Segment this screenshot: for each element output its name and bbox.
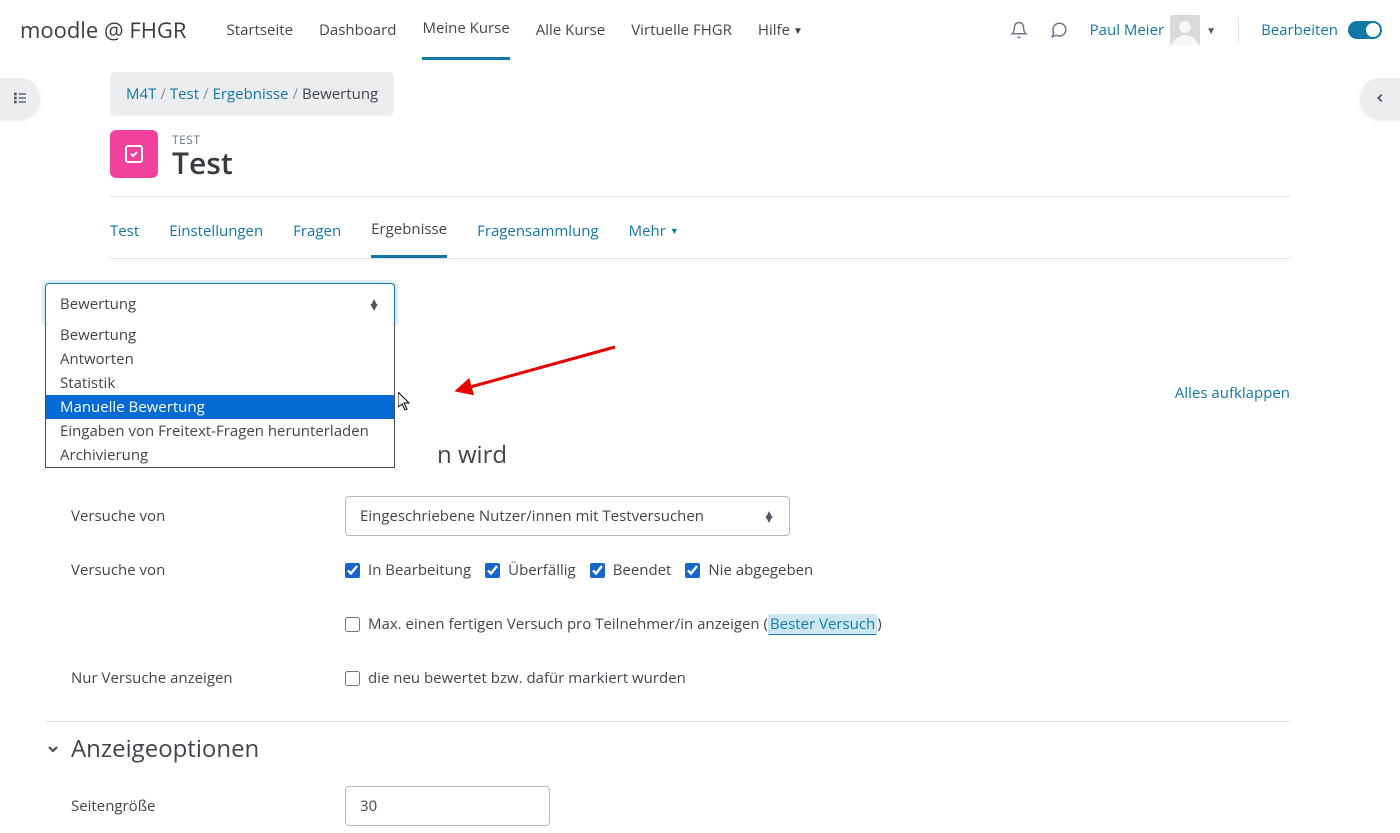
tab-ergebnisse[interactable]: Ergebnisse — [371, 203, 447, 258]
link-bester-versuch[interactable]: Bester Versuch — [768, 614, 877, 635]
user-menu[interactable]: Paul Meier ▼ — [1090, 15, 1216, 45]
main-nav: Startseite Dashboard Meine Kurse Alle Ku… — [227, 0, 803, 60]
breadcrumb-test[interactable]: Test — [170, 84, 199, 104]
user-name: Paul Meier — [1090, 20, 1165, 40]
sort-icon: ▲▼ — [763, 511, 775, 521]
switch-on-icon — [1348, 21, 1382, 39]
sort-icon: ▲▼ — [368, 299, 380, 309]
edit-mode-label: Bearbeiten — [1261, 20, 1338, 40]
divider — [1238, 17, 1239, 43]
only-show-text: die neu bewertet bzw. dafür markiert wur… — [368, 668, 686, 688]
tab-mehr-label: Mehr — [629, 221, 666, 241]
quiz-icon — [110, 130, 158, 178]
checkbox-finished[interactable]: Beendet — [590, 560, 672, 580]
checkbox-inprogress[interactable]: In Bearbeitung — [345, 560, 471, 580]
option-manuelle-bewertung[interactable]: Manuelle Bewertung — [46, 395, 394, 419]
breadcrumb-m4t[interactable]: M4T — [126, 84, 156, 104]
report-select[interactable]: Bewertung ▲▼ — [45, 283, 395, 325]
annotation-arrow-icon — [455, 341, 625, 421]
section-head-display[interactable]: Anzeigeoptionen — [45, 732, 1290, 765]
nav-hilfe-label: Hilfe — [758, 20, 790, 40]
nav-hilfe[interactable]: Hilfe ▼ — [758, 0, 803, 60]
breadcrumb: M4T / Test / Ergebnisse / Bewertung — [110, 72, 394, 116]
attempts-from-value: Eingeschriebene Nutzer/innen mit Testver… — [360, 506, 704, 526]
expand-all-link[interactable]: Alles aufklappen — [1175, 383, 1290, 403]
max-one-text: Max. einen fertigen Versuch pro Teilnehm… — [368, 614, 882, 634]
navbar: moodle @ FHGR Startseite Dashboard Meine… — [0, 0, 1400, 60]
right-drawer-toggle[interactable] — [1360, 78, 1400, 118]
chevron-down-icon: ▼ — [670, 224, 679, 237]
label-seitengroesse: Seitengröße — [45, 796, 345, 816]
option-bewertung[interactable]: Bewertung — [46, 323, 394, 347]
edit-mode-toggle[interactable]: Bearbeiten — [1261, 20, 1382, 40]
breadcrumb-ergebnisse[interactable]: Ergebnisse — [213, 84, 289, 104]
title-row: TEST Test — [110, 130, 1290, 197]
avatar — [1170, 15, 1200, 45]
nav-right: Paul Meier ▼ Bearbeiten — [1010, 15, 1382, 45]
tab-einstellungen[interactable]: Einstellungen — [169, 203, 263, 258]
report-select-value: Bewertung — [60, 294, 136, 314]
tab-fragen[interactable]: Fragen — [293, 203, 341, 258]
label-versuche-von: Versuche von — [45, 506, 345, 526]
nav-alle-kurse[interactable]: Alle Kurse — [536, 0, 605, 60]
tab-mehr[interactable]: Mehr ▼ — [629, 203, 679, 258]
bell-icon[interactable] — [1010, 21, 1028, 39]
option-statistik[interactable]: Statistik — [46, 371, 394, 395]
page-title: Test — [172, 148, 233, 178]
checkbox-only-regraded[interactable] — [345, 671, 360, 686]
section-head-partial: n wird — [437, 438, 1290, 471]
option-archivierung[interactable]: Archivierung — [46, 443, 394, 467]
checkbox-max-one[interactable] — [345, 617, 360, 632]
report-select-listbox[interactable]: Bewertung Antworten Statistik Manuelle B… — [45, 323, 395, 468]
label-nur-versuche: Nur Versuche anzeigen — [45, 668, 345, 688]
chevron-down-icon: ▼ — [793, 23, 803, 37]
left-drawer-toggle[interactable] — [0, 78, 40, 118]
checkbox-overdue[interactable]: Überfällig — [485, 560, 576, 580]
label-versuche-status: Versuche von — [45, 560, 345, 580]
tab-fragensammlung[interactable]: Fragensammlung — [477, 203, 599, 258]
quiz-tabs: Test Einstellungen Fragen Ergebnisse Fra… — [110, 203, 1290, 259]
nav-dashboard[interactable]: Dashboard — [319, 0, 396, 60]
page-size-input[interactable]: 30 — [345, 786, 550, 826]
chat-icon[interactable] — [1050, 21, 1068, 39]
option-antworten[interactable]: Antworten — [46, 347, 394, 371]
nav-meine-kurse[interactable]: Meine Kurse — [422, 0, 509, 60]
checkbox-notgiven[interactable]: Nie abgegeben — [685, 560, 813, 580]
attempts-from-select[interactable]: Eingeschriebene Nutzer/innen mit Testver… — [345, 496, 790, 536]
nav-startseite[interactable]: Startseite — [227, 0, 294, 60]
breadcrumb-bewertung: Bewertung — [302, 84, 378, 104]
brand[interactable]: moodle @ FHGR — [20, 15, 187, 45]
option-freitext-download[interactable]: Eingaben von Freitext-Fragen herunterlad… — [46, 419, 394, 443]
tab-test[interactable]: Test — [110, 203, 139, 258]
chevron-down-icon: ▼ — [1206, 23, 1216, 37]
nav-virtuelle[interactable]: Virtuelle FHGR — [631, 0, 732, 60]
cursor-icon — [398, 392, 413, 412]
chevron-down-icon — [45, 741, 61, 757]
